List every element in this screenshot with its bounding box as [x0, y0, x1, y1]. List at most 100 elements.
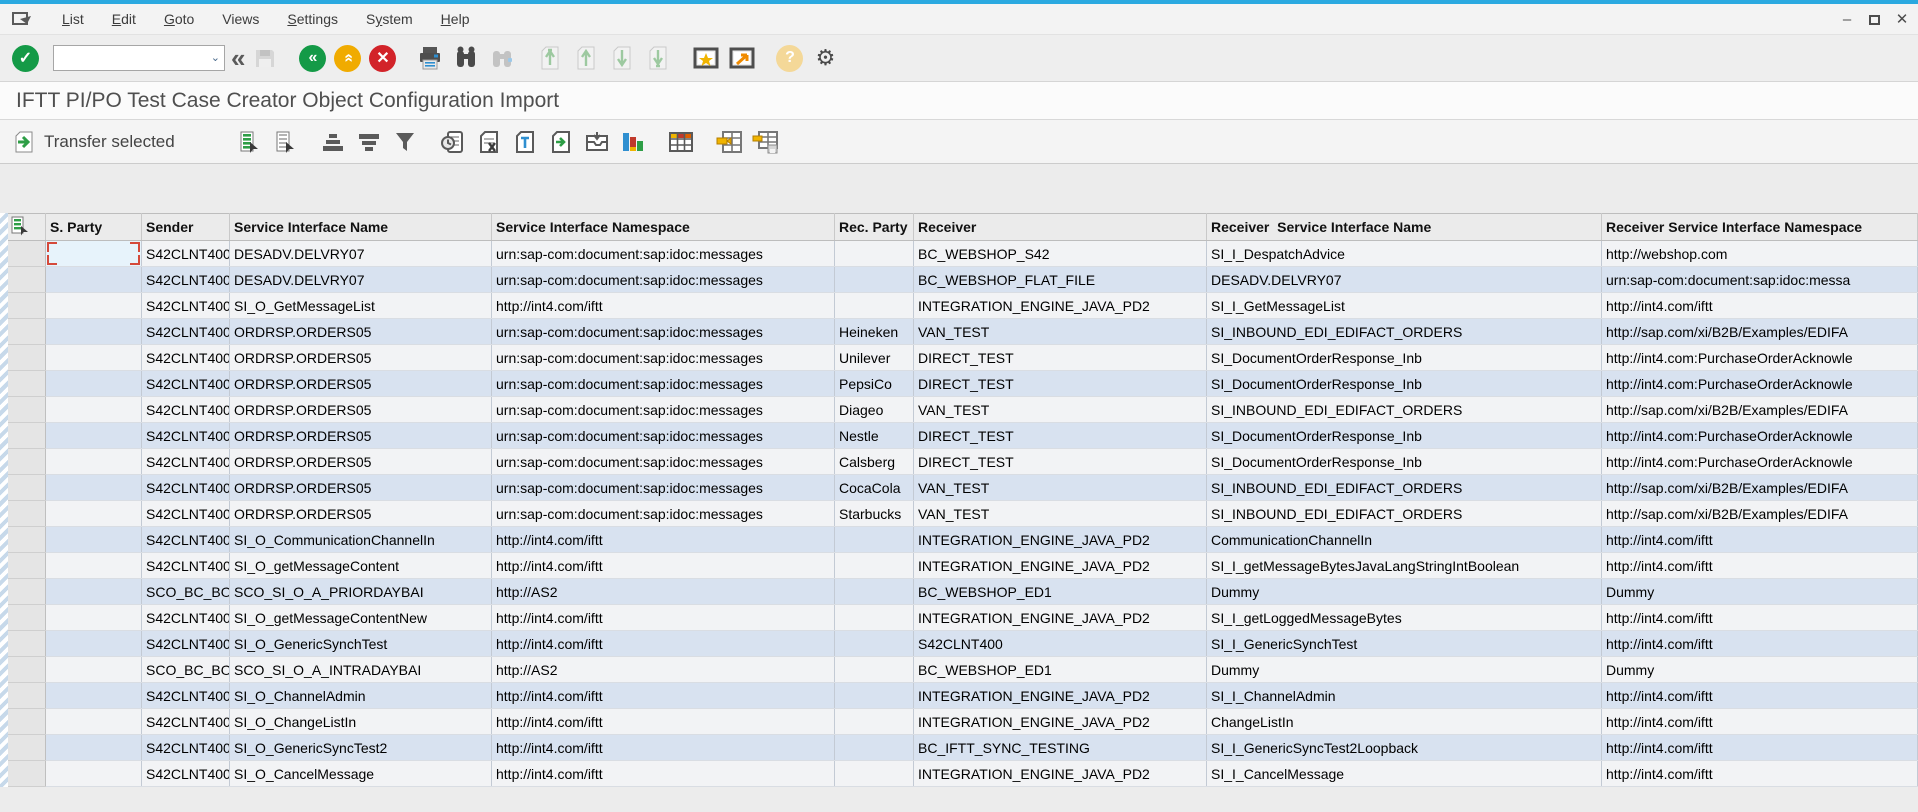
row-selector[interactable]	[8, 449, 46, 475]
cell-service_interface_namespace[interactable]: http://int4.com/iftt	[492, 683, 835, 709]
cell-service_interface_namespace[interactable]: http://int4.com/iftt	[492, 735, 835, 761]
cell-receiver[interactable]: BC_WEBSHOP_FLAT_FILE	[914, 267, 1207, 293]
menu-item-settings[interactable]: Settings	[287, 11, 338, 27]
row-selector[interactable]	[8, 657, 46, 683]
cell-service_interface_name[interactable]: ORDRSP.ORDERS05	[230, 319, 492, 345]
column-header-receiver[interactable]: Receiver	[914, 214, 1207, 241]
print-icon[interactable]	[416, 44, 444, 72]
cell-rec_party[interactable]	[835, 761, 914, 787]
cell-service_interface_name[interactable]: DESADV.DELVRY07	[230, 267, 492, 293]
cell-service_interface_namespace[interactable]: urn:sap-com:document:sap:idoc:messages	[492, 345, 835, 371]
cell-s_party[interactable]	[46, 293, 142, 319]
cell-rec_party[interactable]: Nestle	[835, 423, 914, 449]
cell-service_interface_name[interactable]: SI_O_ChannelAdmin	[230, 683, 492, 709]
cell-service_interface_name[interactable]: ORDRSP.ORDERS05	[230, 345, 492, 371]
cell-rec_party[interactable]: CocaCola	[835, 475, 914, 501]
row-selector[interactable]	[8, 241, 46, 267]
cell-receiver_service_interface_namespace[interactable]: urn:sap-com:document:sap:idoc:messa	[1602, 267, 1918, 293]
cell-receiver_service_interface_namespace[interactable]: Dummy	[1602, 579, 1918, 605]
cell-receiver_service_interface_namespace[interactable]: http://int4.com/iftt	[1602, 605, 1918, 631]
cell-s_party[interactable]	[46, 683, 142, 709]
cell-receiver_service_interface_namespace[interactable]: http://int4.com/iftt	[1602, 709, 1918, 735]
cell-s_party[interactable]	[46, 527, 142, 553]
cell-service_interface_namespace[interactable]: http://int4.com/iftt	[492, 553, 835, 579]
cell-receiver_service_interface_name[interactable]: SI_INBOUND_EDI_EDIFACT_ORDERS	[1207, 475, 1602, 501]
cell-receiver_service_interface_name[interactable]: SI_I_DespatchAdvice	[1207, 241, 1602, 267]
cell-service_interface_name[interactable]: ORDRSP.ORDERS05	[230, 397, 492, 423]
cell-service_interface_namespace[interactable]: urn:sap-com:document:sap:idoc:messages	[492, 423, 835, 449]
cell-rec_party[interactable]	[835, 527, 914, 553]
cell-receiver_service_interface_name[interactable]: SI_DocumentOrderResponse_Inb	[1207, 423, 1602, 449]
cell-receiver_service_interface_namespace[interactable]: http://int4.com:PurchaseOrderAcknowle	[1602, 345, 1918, 371]
cell-receiver_service_interface_namespace[interactable]: http://sap.com/xi/B2B/Examples/EDIFA	[1602, 475, 1918, 501]
row-selector[interactable]	[8, 345, 46, 371]
cell-service_interface_name[interactable]: ORDRSP.ORDERS05	[230, 423, 492, 449]
cell-sender[interactable]: S42CLNT400	[142, 553, 230, 579]
cell-s_party[interactable]	[46, 501, 142, 527]
cell-sender[interactable]: S42CLNT400	[142, 501, 230, 527]
column-header-receiver_service_interface_name[interactable]: Receiver Service Interface Name	[1207, 214, 1602, 241]
cell-receiver[interactable]: INTEGRATION_ENGINE_JAVA_PD2	[914, 709, 1207, 735]
cell-rec_party[interactable]	[835, 553, 914, 579]
cell-service_interface_namespace[interactable]: urn:sap-com:document:sap:idoc:messages	[492, 397, 835, 423]
cell-receiver[interactable]: VAN_TEST	[914, 397, 1207, 423]
focused-cell-s_party[interactable]	[46, 241, 142, 267]
cell-service_interface_namespace[interactable]: urn:sap-com:document:sap:idoc:messages	[492, 241, 835, 267]
cell-receiver_service_interface_namespace[interactable]: http://sap.com/xi/B2B/Examples/EDIFA	[1602, 397, 1918, 423]
create-shortcut-icon[interactable]	[692, 44, 720, 72]
cell-s_party[interactable]	[46, 319, 142, 345]
row-selector[interactable]	[8, 397, 46, 423]
cell-receiver_service_interface_namespace[interactable]: http://sap.com/xi/B2B/Examples/EDIFA	[1602, 319, 1918, 345]
cell-s_party[interactable]	[46, 449, 142, 475]
cell-rec_party[interactable]: Heineken	[835, 319, 914, 345]
cell-receiver_service_interface_namespace[interactable]: http://int4.com:PurchaseOrderAcknowle	[1602, 449, 1918, 475]
menu-item-views[interactable]: Views	[222, 11, 259, 27]
row-selector[interactable]	[8, 527, 46, 553]
cell-s_party[interactable]	[46, 657, 142, 683]
cell-receiver_service_interface_name[interactable]: SI_I_CancelMessage	[1207, 761, 1602, 787]
cell-service_interface_name[interactable]: SI_O_CommunicationChannelIn	[230, 527, 492, 553]
cell-s_party[interactable]	[46, 397, 142, 423]
abc-analysis-icon[interactable]	[439, 129, 467, 155]
menu-item-edit[interactable]: Edit	[112, 11, 136, 27]
row-selector[interactable]	[8, 631, 46, 657]
cell-rec_party[interactable]	[835, 631, 914, 657]
row-selector[interactable]	[8, 293, 46, 319]
cell-sender[interactable]: S42CLNT400	[142, 631, 230, 657]
save-icon[interactable]	[251, 44, 279, 72]
cell-receiver_service_interface_name[interactable]: Dummy	[1207, 579, 1602, 605]
graphic-icon[interactable]	[619, 129, 647, 155]
cell-sender[interactable]: S42CLNT400	[142, 527, 230, 553]
cell-s_party[interactable]	[46, 267, 142, 293]
cell-s_party[interactable]	[46, 579, 142, 605]
row-selector[interactable]	[8, 475, 46, 501]
select-all-header[interactable]	[8, 214, 46, 241]
row-selector[interactable]	[8, 761, 46, 787]
cell-receiver[interactable]: BC_IFTT_SYNC_TESTING	[914, 735, 1207, 761]
cell-receiver_service_interface_namespace[interactable]: http://int4.com/iftt	[1602, 631, 1918, 657]
cell-receiver[interactable]: VAN_TEST	[914, 319, 1207, 345]
row-selector[interactable]	[8, 735, 46, 761]
cell-rec_party[interactable]: Diageo	[835, 397, 914, 423]
cell-receiver_service_interface_name[interactable]: SI_INBOUND_EDI_EDIFACT_ORDERS	[1207, 501, 1602, 527]
cell-rec_party[interactable]: Unilever	[835, 345, 914, 371]
cell-receiver_service_interface_namespace[interactable]: http://sap.com/xi/B2B/Examples/EDIFA	[1602, 501, 1918, 527]
cell-s_party[interactable]	[46, 761, 142, 787]
cell-receiver_service_interface_name[interactable]: SI_INBOUND_EDI_EDIFACT_ORDERS	[1207, 397, 1602, 423]
word-processing-icon[interactable]	[511, 129, 539, 155]
maximize-icon[interactable]	[1869, 15, 1880, 25]
cell-sender[interactable]: S42CLNT400	[142, 709, 230, 735]
cell-sender[interactable]: S42CLNT400	[142, 449, 230, 475]
save-layout-icon[interactable]	[751, 129, 779, 155]
cell-s_party[interactable]	[46, 631, 142, 657]
excel-export-icon[interactable]	[475, 129, 503, 155]
cell-receiver[interactable]: INTEGRATION_ENGINE_JAVA_PD2	[914, 605, 1207, 631]
menu-item-goto[interactable]: Goto	[164, 11, 194, 27]
cell-receiver_service_interface_namespace[interactable]: http://int4.com/iftt	[1602, 735, 1918, 761]
cell-s_party[interactable]	[46, 553, 142, 579]
cell-service_interface_name[interactable]: SI_O_GenericSynchTest	[230, 631, 492, 657]
cell-receiver[interactable]: INTEGRATION_ENGINE_JAVA_PD2	[914, 527, 1207, 553]
cell-service_interface_namespace[interactable]: http://int4.com/iftt	[492, 709, 835, 735]
cell-receiver[interactable]: S42CLNT400	[914, 631, 1207, 657]
command-field-input[interactable]	[53, 45, 225, 71]
